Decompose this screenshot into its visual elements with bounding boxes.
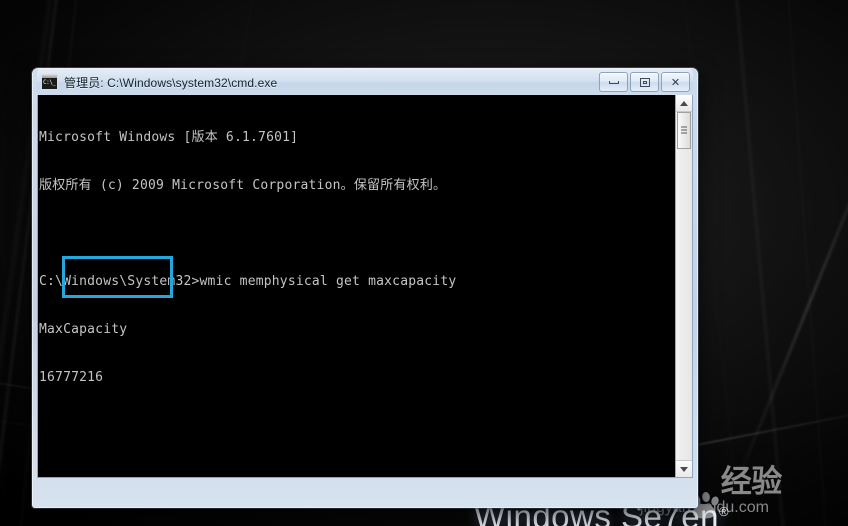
maximize-icon (639, 77, 650, 87)
chevron-down-icon (680, 466, 688, 472)
console-line: 16777216 (39, 370, 104, 385)
wallpaper-brand-superscript: ® (718, 504, 730, 519)
window-controls: ✕ (599, 72, 691, 92)
chevron-up-icon (680, 100, 688, 106)
window-title: 管理员: C:\Windows\system32\cmd.exe (64, 75, 278, 90)
console-line: MaxCapacity (39, 322, 128, 337)
wallpaper-streak (781, 0, 838, 526)
desktop-background: Windows Se7en® Bai 经验 jingyan.baidu.com … (0, 0, 848, 526)
maximize-button[interactable] (630, 72, 659, 92)
close-button[interactable]: ✕ (661, 72, 690, 92)
console-area[interactable]: Microsoft Windows [版本 6.1.7601] 版权所有 (c)… (37, 95, 693, 478)
wallpaper-streak (726, 0, 800, 526)
minimize-button[interactable] (599, 72, 628, 92)
console-line: Microsoft Windows [版本 6.1.7601] (39, 130, 299, 145)
window-title-bar[interactable]: 管理员: C:\Windows\system32\cmd.exe ✕ (37, 69, 693, 95)
minimize-icon (608, 80, 619, 84)
console-line: C:\Windows\System32>wmic memphysical get… (39, 274, 457, 289)
console-output[interactable]: Microsoft Windows [版本 6.1.7601] 版权所有 (c)… (38, 95, 675, 477)
scrollbar-thumb[interactable] (677, 112, 691, 149)
close-icon: ✕ (670, 75, 681, 89)
grip-icon (681, 126, 687, 135)
vertical-scrollbar[interactable] (675, 95, 692, 477)
cmd-window[interactable]: 管理员: C:\Windows\system32\cmd.exe ✕ Micro… (32, 68, 698, 508)
scroll-up-button[interactable] (676, 95, 692, 112)
scroll-down-button[interactable] (676, 460, 692, 477)
console-line: 版权所有 (c) 2009 Microsoft Corporation。保留所有… (39, 178, 447, 193)
cmd-icon (41, 74, 58, 90)
